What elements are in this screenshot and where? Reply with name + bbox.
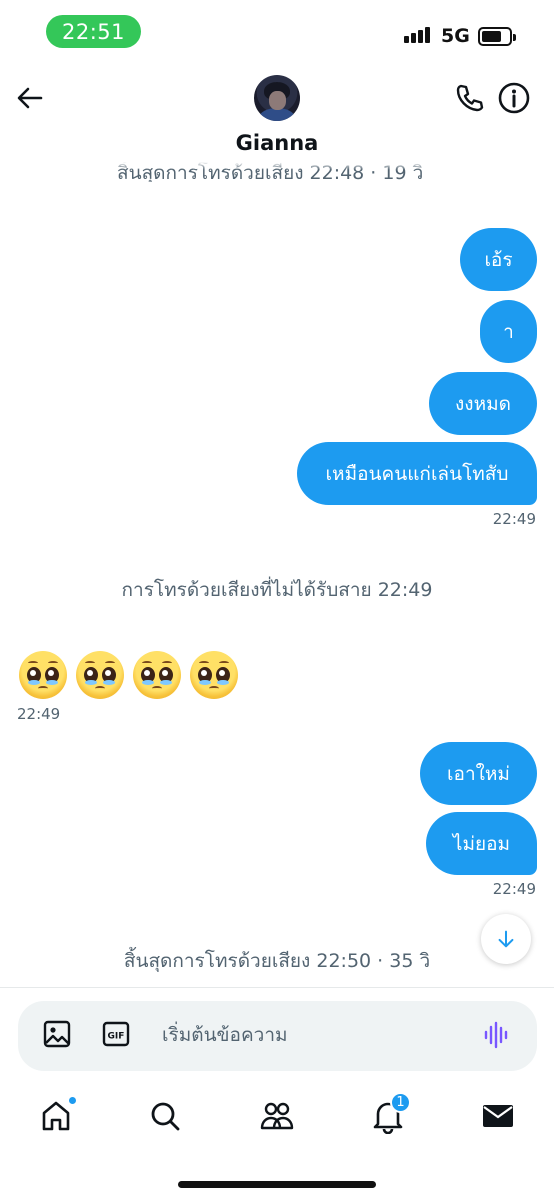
back-arrow-icon[interactable] <box>14 82 46 114</box>
home-indicator <box>178 1181 376 1188</box>
envelope-icon <box>483 1105 513 1127</box>
battery-icon <box>478 27 516 46</box>
phone-icon[interactable] <box>452 81 486 115</box>
tab-home[interactable] <box>38 1096 77 1134</box>
contact-name[interactable]: Gianna <box>0 131 554 155</box>
search-icon <box>151 1102 180 1131</box>
divider <box>0 987 554 988</box>
pleading-face-emoji <box>19 651 67 699</box>
missed-call-note: การโทรด้วยเสียงที่ไม่ได้รับสาย 22:49 <box>121 579 433 601</box>
message-bubble-sent[interactable]: า <box>480 300 537 363</box>
network-type: 5G <box>441 25 470 47</box>
message-bubble-sent[interactable]: งงหมด <box>429 372 537 435</box>
scroll-down-button[interactable] <box>481 914 531 964</box>
gif-icon[interactable]: GIF <box>102 1021 130 1047</box>
message-timestamp: 22:49 <box>492 880 536 898</box>
message-input[interactable] <box>162 1017 462 1053</box>
arrow-down-icon <box>498 930 514 948</box>
pleading-face-emoji <box>133 651 181 699</box>
received-emoji-message[interactable] <box>19 651 238 699</box>
tab-search[interactable] <box>147 1098 183 1134</box>
message-composer: GIF <box>18 1001 537 1071</box>
tab-notifications[interactable]: 1 <box>370 1092 411 1135</box>
communities-icon <box>260 1102 294 1130</box>
info-icon[interactable] <box>497 81 531 115</box>
status-time: 22:51 <box>46 15 141 48</box>
voice-waveform-icon[interactable] <box>482 1020 512 1050</box>
signal-icon <box>404 27 430 43</box>
pleading-face-emoji <box>76 651 124 699</box>
svg-text:GIF: GIF <box>108 1032 125 1042</box>
tab-messages[interactable] <box>480 1098 516 1134</box>
tab-communities[interactable] <box>259 1098 295 1134</box>
message-timestamp: 22:49 <box>17 705 61 723</box>
message-bubble-sent[interactable]: เหมือนคนแก่เล่นโทสับ <box>297 442 537 505</box>
avatar[interactable] <box>254 75 300 121</box>
message-bubble-sent[interactable]: เอ้ร <box>460 228 537 291</box>
notification-badge: 1 <box>390 1092 411 1113</box>
message-timestamp: 22:49 <box>492 510 536 528</box>
pleading-face-emoji <box>190 651 238 699</box>
message-bubble-sent[interactable]: ไม่ยอม <box>426 812 537 875</box>
image-icon[interactable] <box>42 1019 72 1049</box>
unread-dot <box>68 1096 77 1105</box>
call-ended-note: สิ้นสุดการโทรด้วยเสียง 22:50 · 35 วิ <box>123 950 431 972</box>
message-bubble-sent[interactable]: เอาใหม่ <box>420 742 537 805</box>
